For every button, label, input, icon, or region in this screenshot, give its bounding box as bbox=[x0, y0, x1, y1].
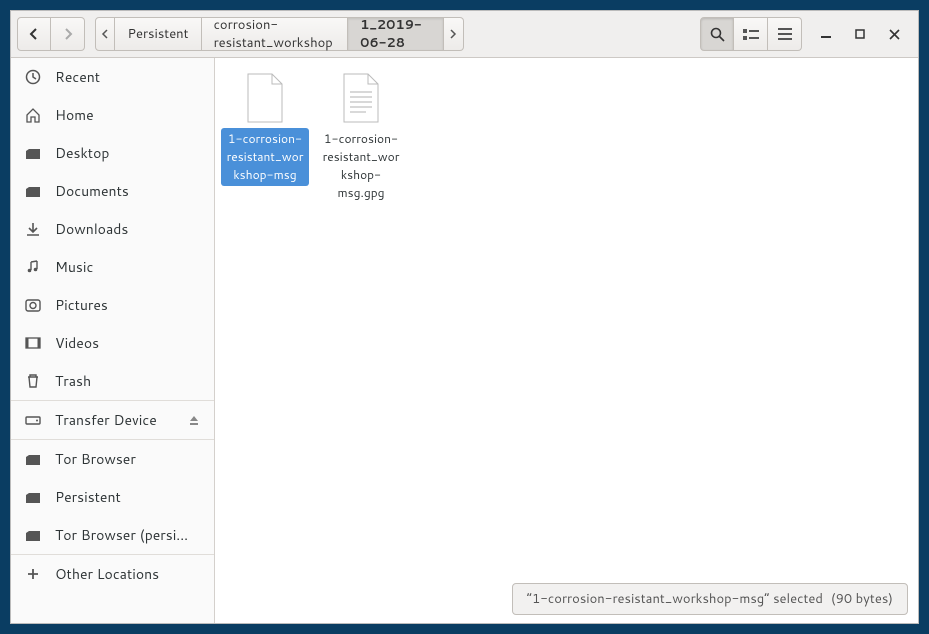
recent-icon bbox=[25, 69, 41, 85]
sidebar-item-persistent[interactable]: Persistent bbox=[11, 478, 214, 516]
sidebar-item-label: Downloads bbox=[55, 219, 128, 239]
sidebar-item-tor-browser-persi-[interactable]: Tor Browser (persi... bbox=[11, 516, 214, 554]
sidebar-item-desktop[interactable]: Desktop bbox=[11, 134, 214, 172]
plus-icon bbox=[25, 566, 41, 582]
videos-icon bbox=[25, 335, 41, 351]
sidebar-item-label: Tor Browser bbox=[55, 449, 136, 469]
downloads-icon bbox=[25, 221, 41, 237]
toolbar: Persistentcorrosion-resistant_workshop1_… bbox=[11, 11, 918, 58]
sidebar-item-label: Music bbox=[55, 257, 93, 277]
sidebar-item-recent[interactable]: Recent bbox=[11, 58, 214, 96]
sidebar-item-label: Home bbox=[55, 105, 94, 125]
sidebar-item-home[interactable]: Home bbox=[11, 96, 214, 134]
minimize-button[interactable] bbox=[816, 24, 836, 44]
sidebar-item-label: Tor Browser (persi... bbox=[55, 525, 188, 545]
drive-icon bbox=[25, 412, 41, 428]
trash-icon bbox=[25, 373, 41, 389]
sidebar-item-transfer-device[interactable]: Transfer Device bbox=[11, 401, 214, 439]
nav-buttons bbox=[17, 17, 85, 51]
sidebar-item-videos[interactable]: Videos bbox=[11, 324, 214, 362]
sidebar-item-music[interactable]: Music bbox=[11, 248, 214, 286]
pictures-icon bbox=[25, 297, 41, 313]
view-options-button[interactable] bbox=[734, 17, 768, 51]
close-button[interactable] bbox=[884, 24, 904, 44]
statusbar: “1-corrosion-resistant_workshop-msg” sel… bbox=[512, 583, 908, 615]
body: Recent Home Desktop Documents Downloads Music… bbox=[11, 58, 918, 623]
sidebar-item-label: Pictures bbox=[55, 295, 108, 315]
view-controls bbox=[700, 17, 802, 51]
back-button[interactable] bbox=[17, 17, 51, 51]
sidebar-item-other-locations[interactable]: Other Locations bbox=[11, 555, 214, 593]
folder-icon bbox=[25, 451, 41, 467]
status-text: “1-corrosion-resistant_workshop-msg” sel… bbox=[527, 590, 823, 608]
file-item[interactable]: 1-corrosion-resistant_workshop-msg bbox=[221, 68, 309, 204]
file-icon bbox=[242, 72, 288, 124]
icon-view[interactable]: 1-corrosion-resistant_workshop-msg 1-cor… bbox=[215, 58, 918, 623]
forward-button[interactable] bbox=[51, 17, 85, 51]
sidebar-item-label: Persistent bbox=[55, 487, 121, 507]
sidebar-item-trash[interactable]: Trash bbox=[11, 362, 214, 400]
eject-icon[interactable] bbox=[188, 414, 200, 426]
path-segment[interactable]: corrosion-resistant_workshop bbox=[202, 17, 349, 51]
sidebar-item-label: Documents bbox=[55, 181, 129, 201]
home-icon bbox=[25, 107, 41, 123]
desktop-icon bbox=[25, 145, 41, 161]
sidebar-item-pictures[interactable]: Pictures bbox=[11, 286, 214, 324]
sidebar-item-label: Desktop bbox=[55, 143, 109, 163]
file-label: 1-corrosion-resistant_workshop-msg.gpg bbox=[317, 128, 405, 204]
sidebar-item-label: Videos bbox=[55, 333, 99, 353]
folder-icon bbox=[25, 489, 41, 505]
sidebar-item-label: Trash bbox=[55, 371, 91, 391]
search-button[interactable] bbox=[700, 17, 734, 51]
file-manager-window: Persistentcorrosion-resistant_workshop1_… bbox=[10, 10, 919, 624]
pathbar: Persistentcorrosion-resistant_workshop1_… bbox=[95, 17, 464, 51]
hamburger-menu-button[interactable] bbox=[768, 17, 802, 51]
file-label: 1-corrosion-resistant_workshop-msg bbox=[221, 128, 309, 186]
sidebar-item-label: Recent bbox=[55, 67, 100, 87]
content-area: 1-corrosion-resistant_workshop-msg 1-cor… bbox=[215, 58, 918, 623]
path-segment[interactable]: 1_2019-06-28 bbox=[348, 17, 443, 51]
maximize-button[interactable] bbox=[850, 24, 870, 44]
path-scroll-right[interactable] bbox=[444, 17, 464, 51]
file-icon bbox=[338, 72, 384, 124]
sidebar-item-downloads[interactable]: Downloads bbox=[11, 210, 214, 248]
folder-icon bbox=[25, 183, 41, 199]
window-controls bbox=[808, 24, 912, 44]
folder-icon bbox=[25, 527, 41, 543]
sidebar: Recent Home Desktop Documents Downloads Music… bbox=[11, 58, 215, 623]
sidebar-item-label: Transfer Device bbox=[55, 410, 157, 430]
sidebar-item-tor-browser[interactable]: Tor Browser bbox=[11, 440, 214, 478]
sidebar-item-label: Other Locations bbox=[55, 564, 159, 584]
path-segment[interactable]: Persistent bbox=[115, 17, 201, 51]
status-detail: (90 bytes) bbox=[831, 590, 893, 608]
file-item[interactable]: 1-corrosion-resistant_workshop-msg.gpg bbox=[317, 68, 405, 204]
music-icon bbox=[25, 259, 41, 275]
sidebar-item-documents[interactable]: Documents bbox=[11, 172, 214, 210]
path-scroll-left[interactable] bbox=[95, 17, 115, 51]
